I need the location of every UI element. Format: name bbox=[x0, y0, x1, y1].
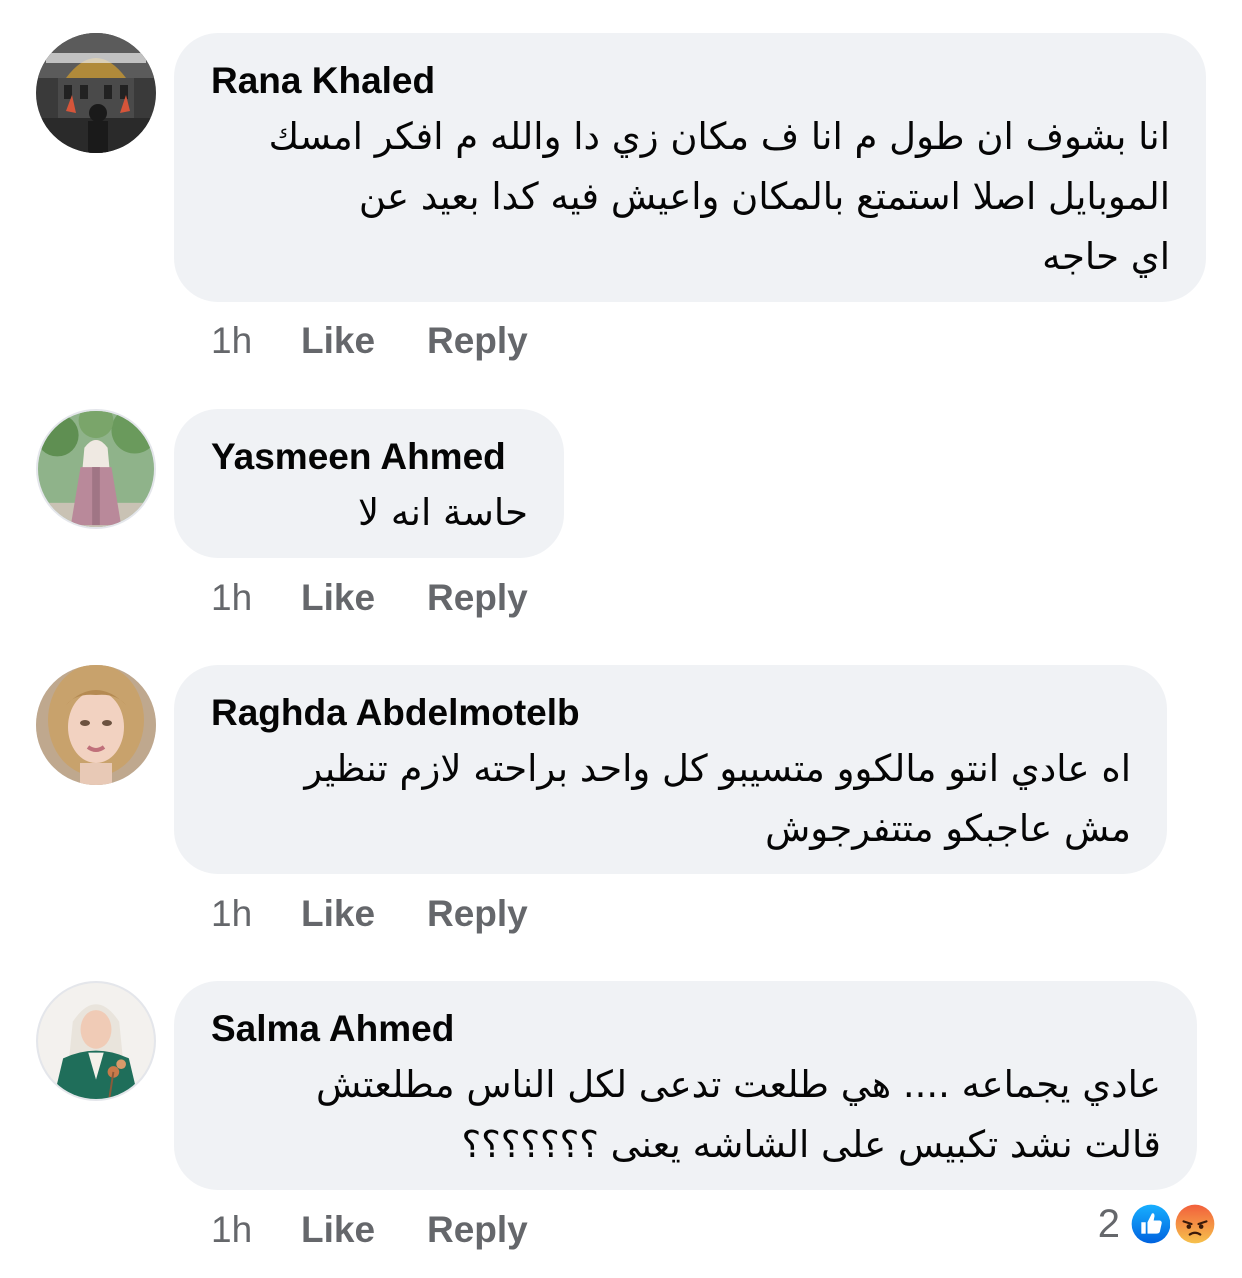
comment-text-line: قالت نشد تكبيس على الشاشه يعنى ؟؟؟؟؟؟؟ bbox=[461, 1123, 1161, 1166]
comment-actions: 1h Like Reply bbox=[211, 1208, 528, 1252]
comment-item: Salma Ahmed عادي يجماعه .... هي طلعت تدع… bbox=[0, 0, 1242, 1278]
reaction-summary[interactable]: 2 bbox=[1098, 1199, 1220, 1249]
reply-button[interactable]: Reply bbox=[427, 1208, 528, 1252]
comment-author[interactable]: Salma Ahmed bbox=[211, 1005, 1161, 1053]
avatar[interactable] bbox=[36, 981, 156, 1101]
like-button[interactable]: Like bbox=[301, 1208, 427, 1252]
like-reaction-icon bbox=[1126, 1199, 1176, 1249]
comment-bubble[interactable]: Salma Ahmed عادي يجماعه .... هي طلعت تدع… bbox=[174, 981, 1197, 1190]
angry-reaction-icon bbox=[1170, 1199, 1220, 1249]
comment-text-line: عادي يجماعه .... هي طلعت تدعى لكل الناس … bbox=[315, 1063, 1161, 1106]
reaction-count[interactable]: 2 bbox=[1098, 1199, 1120, 1249]
comment-timestamp[interactable]: 1h bbox=[211, 1208, 301, 1252]
comment-text: عادي يجماعه .... هي طلعت تدعى لكل الناس … bbox=[211, 1055, 1161, 1175]
profile-photo-hijab-icon bbox=[38, 983, 154, 1099]
